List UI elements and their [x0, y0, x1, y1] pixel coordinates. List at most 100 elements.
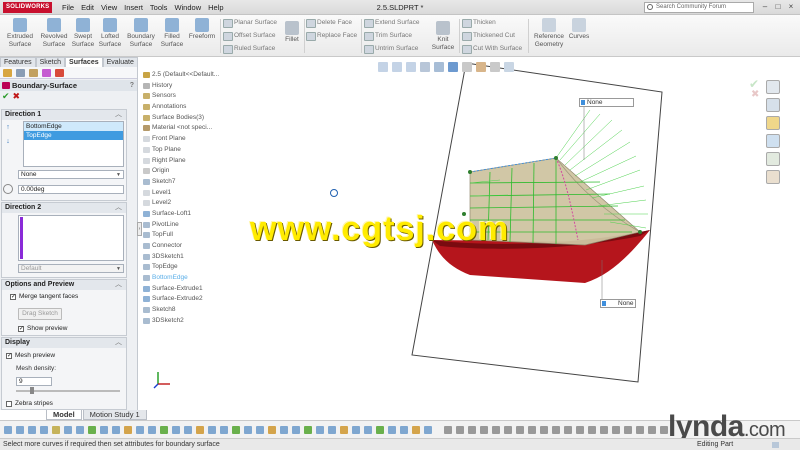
tree-item[interactable]: Level2 [143, 198, 273, 209]
tab-features[interactable]: Features [0, 57, 36, 67]
tool-icon[interactable] [184, 426, 192, 434]
reverse-direction-icon[interactable] [3, 184, 13, 194]
view-palette-icon[interactable] [766, 134, 780, 148]
tool-icon[interactable] [28, 426, 36, 434]
tool-icon[interactable] [444, 426, 452, 434]
tree-item-root[interactable]: 2.5 (Default<<Default... [143, 70, 273, 81]
swept-surface-button[interactable]: Swept Surface [70, 18, 96, 49]
slider-handle[interactable] [30, 387, 34, 394]
zebra-stripes-checkbox[interactable]: Zebra stripes [6, 400, 53, 408]
tool-icon[interactable] [76, 426, 84, 434]
list-item[interactable]: TopEdge [24, 131, 123, 140]
tool-icon[interactable] [148, 426, 156, 434]
search-input[interactable]: Search Community Forum [644, 2, 754, 13]
menu-window[interactable]: Window [174, 0, 201, 15]
tab-sketch[interactable]: Sketch [35, 57, 66, 67]
panel-splitter[interactable]: › [137, 222, 142, 236]
tree-item[interactable]: 3DSketch2 [143, 316, 273, 327]
tool-icon[interactable] [564, 426, 572, 434]
configuration-manager-icon[interactable] [29, 69, 38, 77]
tool-icon[interactable] [136, 426, 144, 434]
tool-icon[interactable] [88, 426, 96, 434]
section-header[interactable]: Display ︿ [2, 338, 126, 348]
ruled-surface-button[interactable]: Ruled Surface [223, 44, 275, 54]
tree-item[interactable]: Origin [143, 166, 273, 177]
tree-item[interactable]: Sketch7 [143, 177, 273, 188]
tool-icon[interactable] [160, 426, 168, 434]
tree-item[interactable]: TopEdge [143, 262, 273, 273]
drag-sketch-button[interactable]: Drag Sketch [18, 308, 62, 320]
thicken-button[interactable]: Thicken [462, 18, 496, 28]
extend-surface-button[interactable]: Extend Surface [364, 18, 419, 28]
menu-file[interactable]: File [62, 0, 74, 15]
tree-item[interactable]: Surface-Extrude2 [143, 294, 273, 305]
rebuild-icon[interactable] [772, 442, 779, 448]
section-header[interactable]: Direction 1 ︿ [2, 110, 126, 120]
tool-icon[interactable] [268, 426, 276, 434]
tool-icon[interactable] [124, 426, 132, 434]
view-settings-icon[interactable] [504, 62, 514, 72]
tool-icon[interactable] [600, 426, 608, 434]
tool-icon[interactable] [292, 426, 300, 434]
direction2-curves-list[interactable] [18, 215, 124, 261]
trim-surface-button[interactable]: Trim Surface [364, 31, 412, 41]
tangency-callout-bottom[interactable]: None [600, 299, 636, 308]
list-item[interactable]: BottomEdge [24, 122, 123, 131]
knit-surface-button[interactable]: Knit Surface [429, 21, 457, 52]
tool-icon[interactable] [552, 426, 560, 434]
section-header[interactable]: Options and Preview ︿ [2, 280, 126, 290]
tool-icon[interactable] [576, 426, 584, 434]
menu-view[interactable]: View [101, 0, 117, 15]
section-view-icon[interactable] [420, 62, 430, 72]
design-library-icon[interactable] [766, 98, 780, 112]
resources-icon[interactable] [766, 80, 780, 94]
tab-motion-study[interactable]: Motion Study 1 [82, 410, 147, 420]
boundary-surface-button[interactable]: Boundary Surface [124, 18, 158, 49]
move-up-icon[interactable]: ↑ [4, 123, 12, 132]
tree-item[interactable]: Annotations [143, 102, 273, 113]
tool-icon[interactable] [352, 426, 360, 434]
filled-surface-button[interactable]: Filled Surface [159, 18, 185, 49]
tool-icon[interactable] [4, 426, 12, 434]
tool-icon[interactable] [468, 426, 476, 434]
dimxpert-icon[interactable] [42, 69, 51, 77]
tool-icon[interactable] [588, 426, 596, 434]
tool-icon[interactable] [40, 426, 48, 434]
tree-item[interactable]: Surface Bodies(3) [143, 113, 273, 124]
tool-icon[interactable] [612, 426, 620, 434]
tool-icon[interactable] [660, 426, 668, 434]
tool-icon[interactable] [388, 426, 396, 434]
ok-icon[interactable]: ✔ [2, 91, 10, 101]
menu-edit[interactable]: Edit [81, 0, 94, 15]
scene-icon[interactable] [490, 62, 500, 72]
tool-icon[interactable] [328, 426, 336, 434]
minimize-icon[interactable]: – [760, 2, 770, 12]
merge-tangent-checkbox[interactable]: ✓ Merge tangent faces [10, 293, 78, 301]
menu-tools[interactable]: Tools [150, 0, 168, 15]
mesh-preview-checkbox[interactable]: ✓ Mesh preview [6, 352, 55, 360]
collapse-icon[interactable]: ︿ [115, 203, 122, 213]
collapse-icon[interactable]: ︿ [115, 110, 122, 120]
tree-item[interactable]: Top Plane [143, 145, 273, 156]
tool-icon[interactable] [648, 426, 656, 434]
tool-icon[interactable] [172, 426, 180, 434]
delete-face-button[interactable]: Delete Face [306, 18, 352, 28]
cancel-icon[interactable]: ✖ [13, 91, 21, 101]
view-orientation-icon[interactable] [434, 62, 444, 72]
tool-icon[interactable] [540, 426, 548, 434]
tool-icon[interactable] [480, 426, 488, 434]
reference-geometry-button[interactable]: Reference Geometry [531, 18, 567, 49]
tree-item[interactable]: Level1 [143, 188, 273, 199]
tool-icon[interactable] [64, 426, 72, 434]
property-manager-icon[interactable] [16, 69, 25, 77]
show-preview-checkbox[interactable]: ✓ Show preview [18, 325, 67, 333]
cut-with-surface-button[interactable]: Cut With Surface [462, 44, 522, 54]
custom-properties-icon[interactable] [766, 170, 780, 184]
confirm-corner-cancel-icon[interactable]: ✖ [751, 89, 759, 100]
direction1-tangency-select[interactable]: None ▼ [18, 170, 124, 179]
tree-item[interactable]: Sketch8 [143, 305, 273, 316]
tool-icon[interactable] [412, 426, 420, 434]
tree-item-selected[interactable]: BottomEdge [143, 273, 273, 284]
zoom-to-fit-icon[interactable] [378, 62, 388, 72]
tool-icon[interactable] [528, 426, 536, 434]
